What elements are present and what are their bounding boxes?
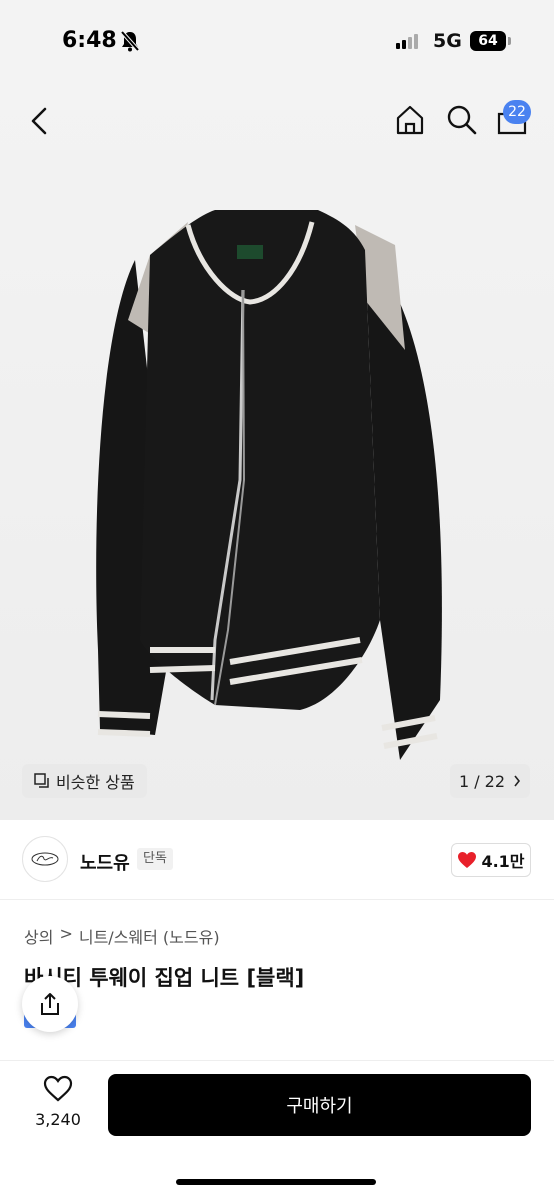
breadcrumb: 상의 > 니트/스웨터 (노드유) — [24, 924, 220, 948]
signal-icon — [396, 34, 418, 49]
wish-count: 3,240 — [35, 1110, 81, 1129]
heart-outline-icon — [43, 1075, 73, 1102]
search-icon[interactable] — [446, 104, 478, 136]
product-photo — [96, 210, 442, 760]
bottom-bar: 3,240 구매하기 — [0, 1060, 554, 1200]
cart-count-badge: 22 — [503, 100, 531, 124]
brand-logo[interactable] — [22, 836, 68, 882]
image-counter-text: 1 / 22 — [458, 771, 506, 791]
battery-tip — [508, 37, 511, 45]
copy-icon — [34, 773, 49, 788]
battery-icon: 64 — [470, 31, 506, 51]
status-bar: 6:48 5G 64 — [0, 0, 554, 84]
product-image[interactable] — [0, 84, 554, 820]
home-indicator — [176, 1179, 376, 1185]
exclusive-badge: 단독 — [137, 848, 173, 870]
brand-logo-mark — [31, 852, 59, 866]
breadcrumb-level2[interactable]: 니트/스웨터 (노드유) — [79, 924, 220, 948]
network-type: 5G — [433, 30, 462, 52]
back-icon[interactable] — [28, 106, 50, 136]
chevron-right-icon — [514, 775, 521, 787]
buy-button[interactable]: 구매하기 — [108, 1074, 531, 1136]
similar-products-button[interactable]: 비슷한 상품 — [22, 764, 147, 798]
home-icon[interactable] — [394, 104, 426, 136]
brand-row: 노드유 단독 4.1만 — [0, 830, 554, 900]
wish-button[interactable]: 3,240 — [30, 1075, 86, 1129]
brand-like-count: 4.1만 — [481, 852, 525, 871]
bell-muted-icon — [120, 30, 140, 52]
status-time: 6:48 — [62, 28, 117, 53]
share-icon — [41, 993, 59, 1015]
similar-products-label: 비슷한 상품 — [56, 773, 135, 792]
brand-like-button[interactable]: 4.1만 — [451, 843, 531, 877]
breadcrumb-separator: > — [59, 924, 73, 943]
breadcrumb-level1[interactable]: 상의 — [24, 924, 53, 948]
brand-name[interactable]: 노드유 — [80, 849, 130, 875]
share-button[interactable] — [22, 976, 78, 1032]
image-counter[interactable]: 1 / 22 — [450, 764, 530, 798]
heart-filled-icon — [458, 852, 477, 868]
